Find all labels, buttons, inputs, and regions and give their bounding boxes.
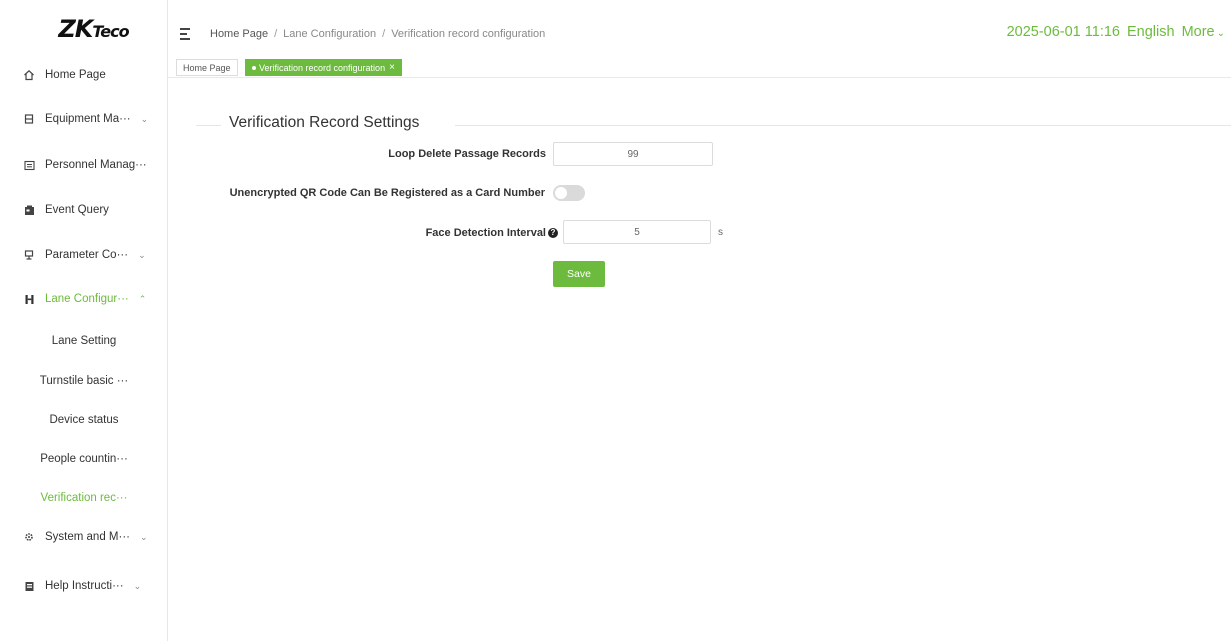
sidebar-item-label: Help Instructi··· xyxy=(45,580,124,592)
sidebar-subitem-label: Turnstile basic ··· xyxy=(39,375,129,387)
sidebar-subitem-turnstile-basic[interactable]: Turnstile basic ··· xyxy=(0,370,168,392)
breadcrumb-item: Verification record configuration xyxy=(391,28,546,40)
tab-label: Verification record configuration xyxy=(259,62,386,73)
chevron-down-icon: ⌄ xyxy=(133,580,142,591)
sidebar-subitem-label: People countin··· xyxy=(40,453,128,465)
save-button[interactable]: Save xyxy=(553,261,605,287)
active-dot-icon xyxy=(252,65,256,70)
sidebar-subitem-people-counting[interactable]: People countin··· xyxy=(0,448,168,470)
equipment-icon xyxy=(22,112,36,126)
sidebar-item-equipment[interactable]: Equipment Ma··· ⌄ xyxy=(0,107,168,131)
face-detection-interval-text: Face Detection Interval xyxy=(425,227,546,239)
tab-verification-record-configuration[interactable]: Verification record configuration × xyxy=(245,59,402,76)
question-icon[interactable]: ? xyxy=(548,227,558,238)
loop-delete-label: Loop Delete Passage Records xyxy=(388,148,546,160)
loop-delete-input[interactable] xyxy=(553,142,713,166)
tab-bar: Home Page Verification record configurat… xyxy=(168,56,1231,78)
tab-home-page[interactable]: Home Page xyxy=(176,59,238,76)
face-detection-interval-input[interactable] xyxy=(563,220,711,244)
sidebar-item-label: System and M··· xyxy=(45,531,130,543)
sidebar-item-system[interactable]: System and M··· ⌄ xyxy=(0,525,168,549)
tab-label: Home Page xyxy=(183,62,231,73)
help-icon xyxy=(22,579,36,593)
sidebar-item-label: Lane Configur··· xyxy=(45,293,129,305)
system-icon xyxy=(22,530,36,544)
lane-icon xyxy=(22,292,36,306)
qr-card-number-label: Unencrypted QR Code Can Be Registered as… xyxy=(229,187,545,199)
sidebar-item-label: Personnel Manag··· xyxy=(45,159,147,171)
sidebar-item-label: Home Page xyxy=(45,69,106,81)
sidebar-subitem-label: Device status xyxy=(49,414,119,426)
breadcrumb-separator: / xyxy=(382,28,386,40)
sidebar-item-home[interactable]: Home Page xyxy=(0,63,168,87)
event-query-icon xyxy=(22,203,36,217)
parameter-icon xyxy=(22,248,36,262)
chevron-down-icon: ⌄ xyxy=(138,249,146,260)
fieldset-divider xyxy=(196,125,221,126)
logo: ZKTeco xyxy=(0,0,167,58)
more-menu[interactable]: More ⌄ xyxy=(1182,24,1225,40)
toggle-knob xyxy=(555,187,567,199)
section-title: Verification Record Settings xyxy=(229,114,420,131)
sidebar-item-label: Equipment Ma··· xyxy=(45,113,131,125)
language-selector[interactable]: English xyxy=(1127,24,1175,40)
header-right: 2025-06-01 11:16 English More ⌄ xyxy=(1000,24,1225,40)
breadcrumb: Home Page / Lane Configuration / Verificatio… xyxy=(210,28,545,40)
breadcrumb-item[interactable]: Lane Configuration xyxy=(283,28,376,40)
fieldset-divider xyxy=(455,125,1231,126)
sidebar-item-help[interactable]: Help Instructi··· ⌄ xyxy=(0,574,168,598)
sidebar: ZKTeco Home Page Equipment Ma··· ⌄ Perso… xyxy=(0,0,168,641)
chevron-up-icon: ⌃ xyxy=(138,293,147,304)
header: Home Page / Lane Configuration / Verificatio… xyxy=(168,0,1231,56)
face-detection-interval-label: Face Detection Interval? xyxy=(426,227,558,239)
breadcrumb-item[interactable]: Home Page xyxy=(210,28,268,40)
logo-text: ZKTeco xyxy=(58,15,129,43)
sidebar-subitem-verification-record[interactable]: Verification rec··· xyxy=(0,487,168,509)
close-icon[interactable]: × xyxy=(389,62,395,73)
datetime: 2025-06-01 11:16 xyxy=(1006,24,1120,40)
sidebar-subitem-label: Verification rec··· xyxy=(40,492,128,504)
sidebar-subitem-label: Lane Setting xyxy=(51,335,117,347)
unit-label: s xyxy=(718,227,723,238)
sidebar-subitem-device-status[interactable]: Device status xyxy=(0,409,168,431)
sidebar-item-personnel[interactable]: Personnel Manag··· xyxy=(0,153,168,177)
sidebar-item-label: Parameter Co··· xyxy=(45,249,129,261)
sidebar-subitem-lane-setting[interactable]: Lane Setting xyxy=(0,330,168,352)
chevron-down-icon: ⌄ xyxy=(140,531,148,542)
breadcrumb-separator: / xyxy=(274,28,278,40)
chevron-down-icon: ⌄ xyxy=(140,113,149,124)
sidebar-item-lane-configuration[interactable]: Lane Configur··· ⌃ xyxy=(0,287,168,311)
sidebar-item-parameter[interactable]: Parameter Co··· ⌄ xyxy=(0,243,168,267)
sidebar-item-event-query[interactable]: Event Query xyxy=(0,198,168,222)
chevron-down-icon: ⌄ xyxy=(1216,28,1225,39)
more-label: More xyxy=(1181,24,1215,40)
home-icon xyxy=(22,68,36,82)
menu-toggle-icon[interactable] xyxy=(180,28,192,40)
qr-card-number-toggle[interactable] xyxy=(553,185,585,201)
personnel-icon xyxy=(22,158,36,172)
sidebar-item-label: Event Query xyxy=(45,204,109,216)
